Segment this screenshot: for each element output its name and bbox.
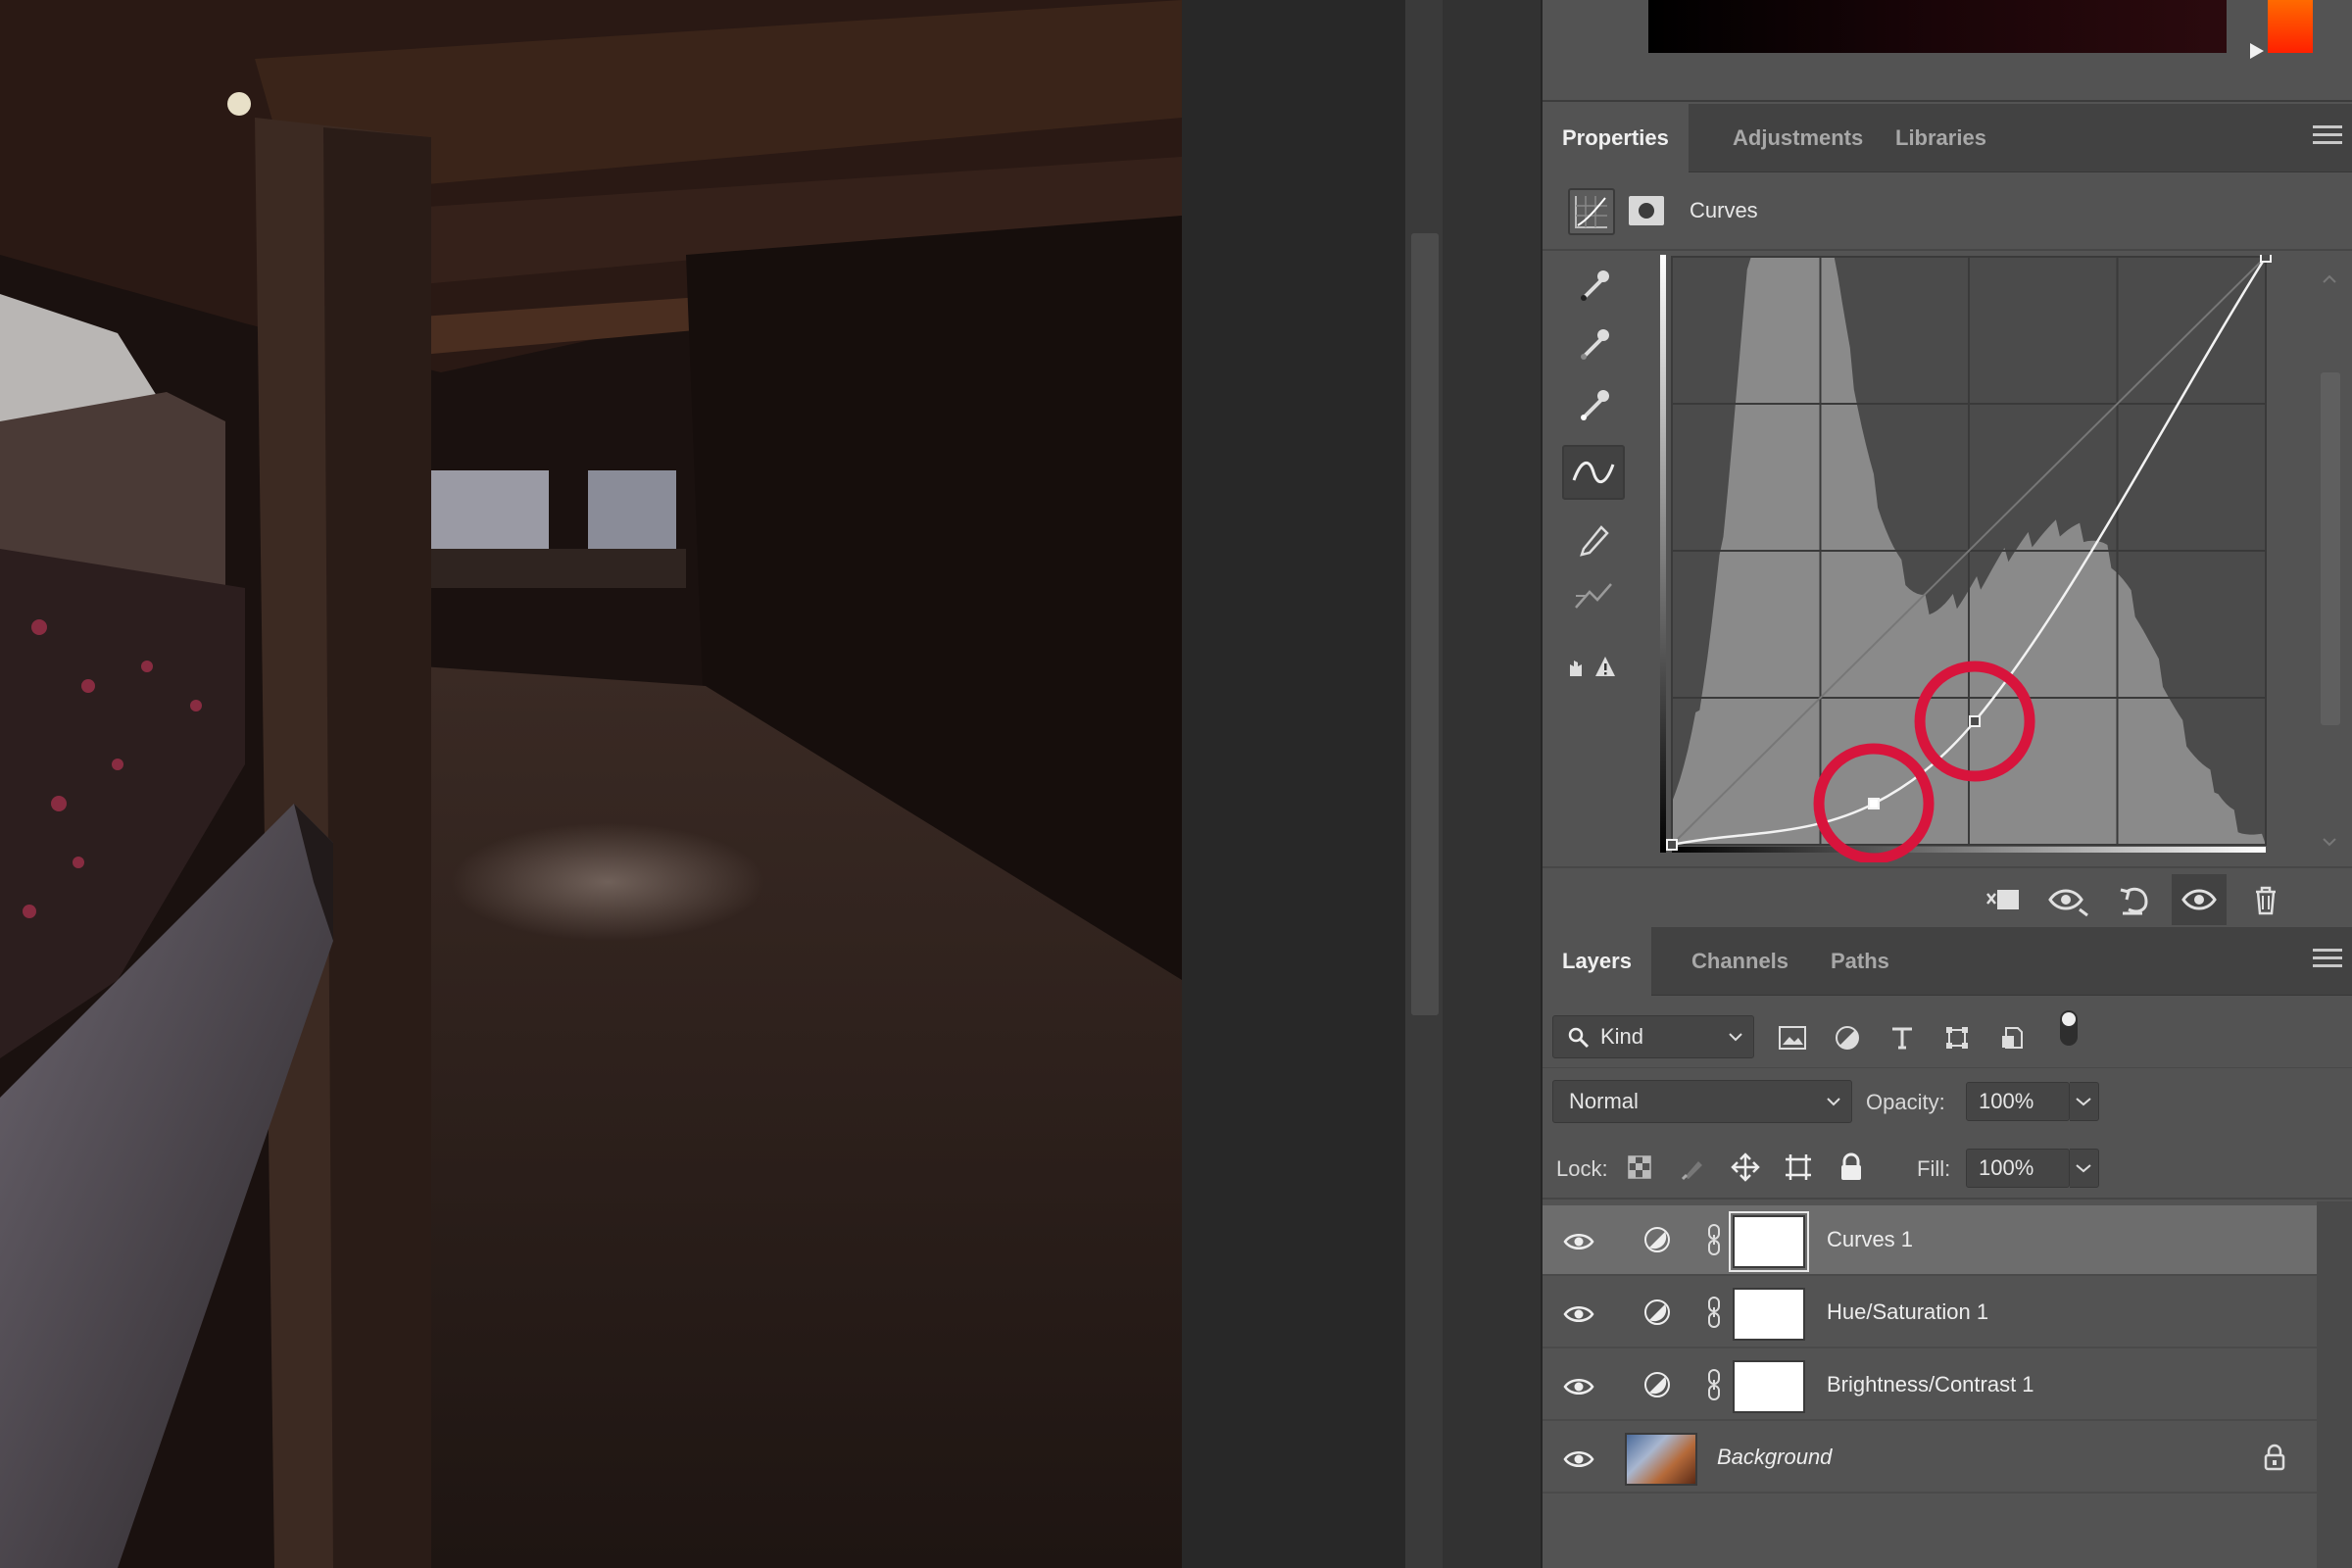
layer-name[interactable]: Curves 1	[1827, 1227, 1913, 1252]
layers-tabbar: Layers Channels Paths	[1543, 927, 2352, 996]
bridge-photo	[0, 0, 1182, 1568]
tab-properties[interactable]: Properties	[1543, 104, 1689, 172]
fill-input[interactable]: 100%	[1966, 1149, 2070, 1188]
view-previous-icon[interactable]	[2040, 874, 2095, 925]
chevron-down-icon	[1827, 1098, 1840, 1106]
lock-artboard-icon[interactable]	[1782, 1151, 1815, 1184]
layer-mask-thumbnail[interactable]	[1729, 1211, 1809, 1272]
chevron-down-icon	[2076, 1164, 2091, 1173]
tab-paths[interactable]: Paths	[1811, 927, 1909, 996]
lock-transparency-icon[interactable]	[1623, 1151, 1656, 1184]
layer-mask-icon[interactable]	[1629, 196, 1664, 225]
eyedropper-white-icon[interactable]	[1562, 376, 1625, 431]
layers-scrollbar[interactable]	[2317, 1201, 2352, 1568]
tab-channels[interactable]: Channels	[1672, 927, 1808, 996]
curve-control-point[interactable]	[1969, 715, 1982, 727]
pasteboard	[1182, 0, 1405, 1568]
link-icon[interactable]	[1705, 1366, 1723, 1403]
smooth-curve-icon[interactable]	[1562, 568, 1625, 623]
link-icon[interactable]	[1705, 1221, 1723, 1258]
curve-control-point[interactable]	[1868, 798, 1881, 809]
blend-mode-select[interactable]: Normal	[1552, 1080, 1852, 1123]
lock-position-icon[interactable]	[1729, 1151, 1762, 1184]
input-gradient-bar	[1672, 847, 2266, 853]
opacity-input[interactable]: 100%	[1966, 1082, 2070, 1121]
curve-point-icon[interactable]	[1562, 445, 1625, 500]
curves-graph[interactable]	[1660, 251, 2274, 864]
eye-icon[interactable]	[1562, 1370, 1595, 1403]
clip-to-layer-icon[interactable]	[1976, 874, 2031, 925]
layer-name[interactable]: Background	[1717, 1445, 1832, 1470]
layer-thumbnail[interactable]	[1625, 1433, 1697, 1486]
layer-row-brightness-contrast[interactable]: Brightness/Contrast 1	[1543, 1350, 2317, 1421]
eye-icon[interactable]	[1562, 1225, 1595, 1258]
fill-slider-button[interactable]	[2070, 1149, 2099, 1188]
search-icon	[1568, 1027, 1590, 1049]
layers-menu-icon[interactable]	[2313, 949, 2342, 974]
layer-mask-thumbnail[interactable]	[1733, 1288, 1805, 1341]
blend-mode-value: Normal	[1569, 1089, 1639, 1113]
lock-label: Lock:	[1556, 1156, 1608, 1181]
layer-kind-filter[interactable]: Kind	[1552, 1015, 1754, 1058]
lock-pixels-icon[interactable]	[1676, 1151, 1709, 1184]
filter-smart-object-icon[interactable]	[1995, 1021, 2029, 1054]
layer-filter-row: Kind	[1543, 1004, 2352, 1068]
blend-row: Normal Opacity: 100%	[1543, 1068, 2352, 1133]
output-gradient-bar	[1660, 255, 1666, 853]
reset-icon[interactable]	[2107, 874, 2162, 925]
visibility-icon[interactable]	[2172, 874, 2227, 925]
chevron-down-icon	[2076, 1098, 2091, 1106]
hue-slider[interactable]	[2268, 0, 2313, 53]
opacity-label: Opacity:	[1866, 1090, 1945, 1114]
properties-scrollbar-thumb[interactable]	[2321, 372, 2340, 725]
adjustment-layer-icon	[1644, 1299, 1670, 1325]
properties-title: Curves	[1690, 198, 1758, 222]
properties-header: Curves	[1543, 172, 2352, 251]
eye-icon[interactable]	[1562, 1298, 1595, 1331]
panel-gutter	[1443, 0, 1541, 1568]
lock-icon[interactable]	[2262, 1443, 2287, 1472]
layer-mask-thumbnail[interactable]	[1733, 1360, 1805, 1413]
properties-tabbar: Properties Adjustments Libraries	[1543, 104, 2352, 172]
pencil-icon[interactable]	[1562, 508, 1625, 563]
adjustment-layer-icon	[1644, 1227, 1670, 1252]
eyedropper-gray-icon[interactable]	[1562, 316, 1625, 370]
layer-row-background[interactable]: Background	[1543, 1423, 2317, 1494]
histogram-warning-icon[interactable]	[1562, 637, 1625, 692]
filter-type-icon[interactable]	[1886, 1021, 1919, 1054]
opacity-slider-button[interactable]	[2070, 1082, 2099, 1121]
curve-control-point[interactable]	[1666, 839, 1678, 851]
color-picker-panel	[1543, 0, 2352, 102]
filter-shape-icon[interactable]	[1940, 1021, 1974, 1054]
adjustment-layer-icon	[1644, 1372, 1670, 1397]
filter-toggle-icon[interactable]	[2052, 1010, 2085, 1046]
eyedropper-black-icon[interactable]	[1562, 257, 1625, 312]
curves-adjustment-icon[interactable]	[1568, 188, 1615, 235]
curve-control-point[interactable]	[2260, 251, 2272, 263]
layer-kind-label: Kind	[1600, 1024, 1644, 1049]
layer-name[interactable]: Brightness/Contrast 1	[1827, 1372, 2034, 1397]
lock-row: Lock: Fill: 100%	[1543, 1135, 2352, 1200]
tab-libraries[interactable]: Libraries	[1876, 104, 2006, 172]
link-icon[interactable]	[1705, 1294, 1723, 1331]
document-canvas[interactable]	[0, 0, 1182, 1568]
layer-row-curves[interactable]: Curves 1	[1543, 1205, 2317, 1276]
hue-slider-marker[interactable]	[2250, 43, 2264, 59]
properties-footer	[1543, 866, 2352, 929]
chevron-down-icon	[1729, 1033, 1742, 1042]
right-panel: Properties Adjustments Libraries Curves	[1543, 0, 2352, 1568]
trash-icon[interactable]	[2238, 874, 2293, 925]
panel-menu-icon[interactable]	[2313, 125, 2342, 151]
tab-layers[interactable]: Layers	[1543, 927, 1651, 996]
filter-pixel-icon[interactable]	[1776, 1021, 1809, 1054]
layer-name[interactable]: Hue/Saturation 1	[1827, 1299, 1988, 1325]
layer-row-hue-saturation[interactable]: Hue/Saturation 1	[1543, 1278, 2317, 1348]
lock-all-icon[interactable]	[1835, 1151, 1868, 1184]
tab-adjustments[interactable]: Adjustments	[1713, 104, 1883, 172]
eye-icon[interactable]	[1562, 1443, 1595, 1476]
canvas-scrollbar-thumb[interactable]	[1411, 233, 1439, 1015]
filter-adjustment-icon[interactable]	[1831, 1021, 1864, 1054]
fill-label: Fill:	[1917, 1156, 1951, 1181]
color-field[interactable]	[1648, 0, 2227, 53]
